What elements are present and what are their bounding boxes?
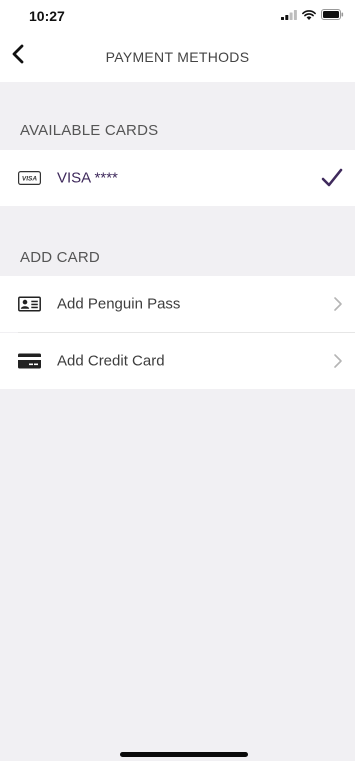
add-credit-card-button[interactable]: Add Credit Card [0, 333, 355, 389]
chevron-right-icon [333, 353, 343, 369]
id-card-icon [18, 296, 41, 312]
credit-card-icon [18, 353, 41, 369]
chevron-right-icon [333, 296, 343, 312]
battery-icon [321, 7, 344, 25]
nav-bar: PAYMENT METHODS [0, 30, 355, 82]
visa-icon-text: VISA [22, 176, 37, 183]
card-label: VISA **** [57, 169, 118, 187]
add-penguin-pass-button[interactable]: Add Penguin Pass [0, 276, 355, 332]
status-time: 10:27 [29, 8, 65, 24]
section-header-add-card: ADD CARD [0, 235, 355, 275]
page-title: PAYMENT METHODS [105, 49, 250, 65]
status-icons [281, 7, 344, 25]
visa-card-icon: VISA [18, 171, 41, 185]
section-title: ADD CARD [20, 249, 100, 266]
add-credit-card-label: Add Credit Card [57, 352, 165, 370]
section-title: AVAILABLE CARDS [20, 122, 159, 139]
card-item-visa[interactable]: VISA VISA **** [0, 150, 355, 206]
status-bar: 10:27 [0, 0, 355, 30]
add-penguin-pass-label: Add Penguin Pass [57, 295, 181, 313]
cellular-signal-icon [281, 7, 297, 25]
section-header-available-cards: AVAILABLE CARDS [0, 108, 355, 148]
checkmark-icon [321, 168, 343, 188]
home-indicator[interactable] [120, 752, 248, 757]
wifi-icon [302, 7, 316, 25]
